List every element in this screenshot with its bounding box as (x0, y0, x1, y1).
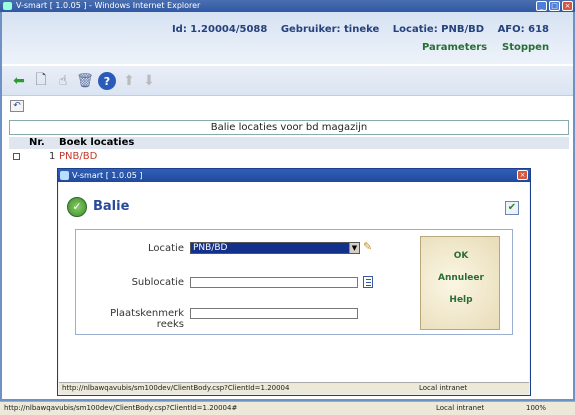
hand-icon[interactable]: ☝ (54, 72, 72, 90)
locatie-value: PNB/BD (193, 243, 228, 253)
button-panel: OK Annuleer Help (420, 236, 500, 330)
statusbar: http://nlbawqavubis/sm100dev/ClientBody.… (0, 401, 575, 415)
column-locaties: Boek locaties (59, 137, 135, 148)
window-titlebar: V-smart [ 1.0.05 ] - Windows Internet Ex… (0, 0, 575, 12)
close-button[interactable]: × (562, 1, 573, 11)
minimize-button[interactable]: _ (536, 1, 547, 11)
row-nr: 1 (49, 151, 56, 162)
session-id: Id: 1.20004/5088 (171, 24, 268, 35)
balie-form: Locatie PNB/BD ▼ ✎ Sublocatie Plaatskenm… (75, 229, 513, 335)
sublocatie-input[interactable] (190, 277, 358, 288)
plaatskenmerk-input[interactable] (190, 308, 358, 319)
delete-icon[interactable]: 🗑 (76, 72, 94, 90)
row-locatie[interactable]: PNB/BD (59, 151, 97, 163)
dialog-close-button[interactable]: × (517, 170, 528, 180)
globe-icon: ✓ (67, 197, 87, 217)
session-afo: AFO: 618 (497, 24, 549, 35)
new-document-icon[interactable]: 🗋 (32, 72, 50, 90)
locatie-select[interactable]: PNB/BD ▼ (190, 242, 360, 254)
dialog-statusbar: http://nlbawqavubis/sm100dev/ClientBody.… (59, 382, 529, 394)
annuleer-button[interactable]: Annuleer (421, 273, 501, 283)
status-zone: Local intranet (436, 404, 485, 412)
parameters-link[interactable]: Parameters (422, 42, 487, 53)
balie-dialog: V-smart [ 1.0.05 ] × ✓ Balie ✔ Locatie P… (57, 168, 531, 396)
checklist-icon[interactable]: ✔ (505, 201, 519, 215)
help-icon[interactable]: ? (98, 72, 116, 90)
window-controls: _ □ × (536, 1, 573, 11)
dialog-heading: ✓ Balie ✔ (65, 194, 523, 224)
session-user: Gebruiker: tineke (280, 24, 380, 35)
ok-button[interactable]: OK (421, 251, 501, 261)
dialog-titlebar: V-smart [ 1.0.05 ] × (58, 169, 530, 182)
session-location: Locatie: PNB/BD (392, 24, 485, 35)
dialog-heading-title: Balie (93, 199, 130, 214)
dialog-title: V-smart [ 1.0.05 ] (72, 171, 143, 180)
dialog-body: ✓ Balie ✔ Locatie PNB/BD ▼ ✎ Sublocatie … (59, 182, 529, 382)
back-arrow-icon[interactable]: ⬅ (10, 72, 28, 90)
help-button[interactable]: Help (421, 295, 501, 305)
grid-header: Nr. Boek locaties (9, 137, 569, 149)
list-icon[interactable] (363, 276, 373, 288)
sublocatie-label: Sublocatie (131, 277, 184, 288)
session-info: Id: 1.20004/5088 Gebruiker: tineke Locat… (162, 24, 549, 35)
stop-link[interactable]: Stoppen (502, 42, 549, 53)
dialog-status-url: http://nlbawqavubis/sm100dev/ClientBody.… (62, 384, 290, 392)
locatie-label: Locatie (148, 243, 184, 254)
ie-icon (60, 171, 69, 180)
page-banner: Balie locaties voor bd magazijn (9, 120, 569, 135)
edit-icon[interactable]: ✎ (363, 241, 375, 253)
dialog-status-zone: Local intranet (419, 384, 468, 392)
column-nr: Nr. (29, 137, 45, 148)
undo-icon[interactable]: ↶ (10, 100, 24, 112)
status-url: http://nlbawqavubis/sm100dev/ClientBody.… (4, 404, 238, 412)
down-icon[interactable]: ⬇ (140, 72, 158, 90)
window-title: V-smart [ 1.0.05 ] - Windows Internet Ex… (16, 1, 201, 10)
ie-icon (3, 2, 12, 10)
chevron-down-icon[interactable]: ▼ (349, 243, 359, 253)
maximize-button[interactable]: □ (549, 1, 560, 11)
table-row[interactable]: 1 PNB/BD (9, 151, 569, 163)
plaatskenmerk-label: Plaatskenmerk reeks (110, 308, 184, 330)
row-checkbox[interactable] (13, 153, 20, 160)
zoom-level[interactable]: 100% (526, 402, 546, 415)
toolbar: ⬅ 🗋 ☝ 🗑 ? ⬆ ⬇ (2, 66, 573, 96)
app-header: Id: 1.20004/5088 Gebruiker: tineke Locat… (2, 12, 573, 64)
up-icon[interactable]: ⬆ (120, 72, 138, 90)
